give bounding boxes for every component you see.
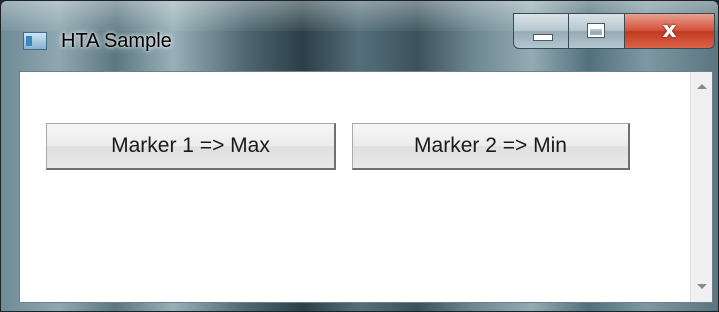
scroll-down-arrow-icon — [697, 284, 707, 289]
close-icon: x — [662, 18, 677, 43]
page-content: Marker 1 => Max Marker 2 => Min — [20, 72, 691, 302]
hta-window: HTA Sample x Marker 1 => Max Marker 2 =>… — [0, 0, 719, 312]
title-bar[interactable]: HTA Sample x — [1, 1, 718, 63]
close-button[interactable]: x — [625, 13, 715, 49]
minimize-icon — [533, 34, 553, 41]
maximize-icon — [587, 23, 605, 38]
marker-1-max-button[interactable]: Marker 1 => Max — [46, 123, 336, 170]
marker-2-min-button[interactable]: Marker 2 => Min — [352, 123, 630, 170]
scroll-down-button[interactable] — [691, 276, 712, 298]
hta-app-icon[interactable] — [23, 32, 47, 50]
scroll-up-arrow-icon — [697, 84, 707, 89]
window-title: HTA Sample — [61, 30, 172, 52]
client-area: Marker 1 => Max Marker 2 => Min — [19, 71, 713, 303]
caption-buttons: x — [513, 13, 715, 49]
vertical-scrollbar[interactable] — [690, 72, 712, 302]
maximize-button[interactable] — [569, 13, 625, 49]
minimize-button[interactable] — [513, 13, 569, 49]
scroll-up-button[interactable] — [691, 76, 712, 98]
